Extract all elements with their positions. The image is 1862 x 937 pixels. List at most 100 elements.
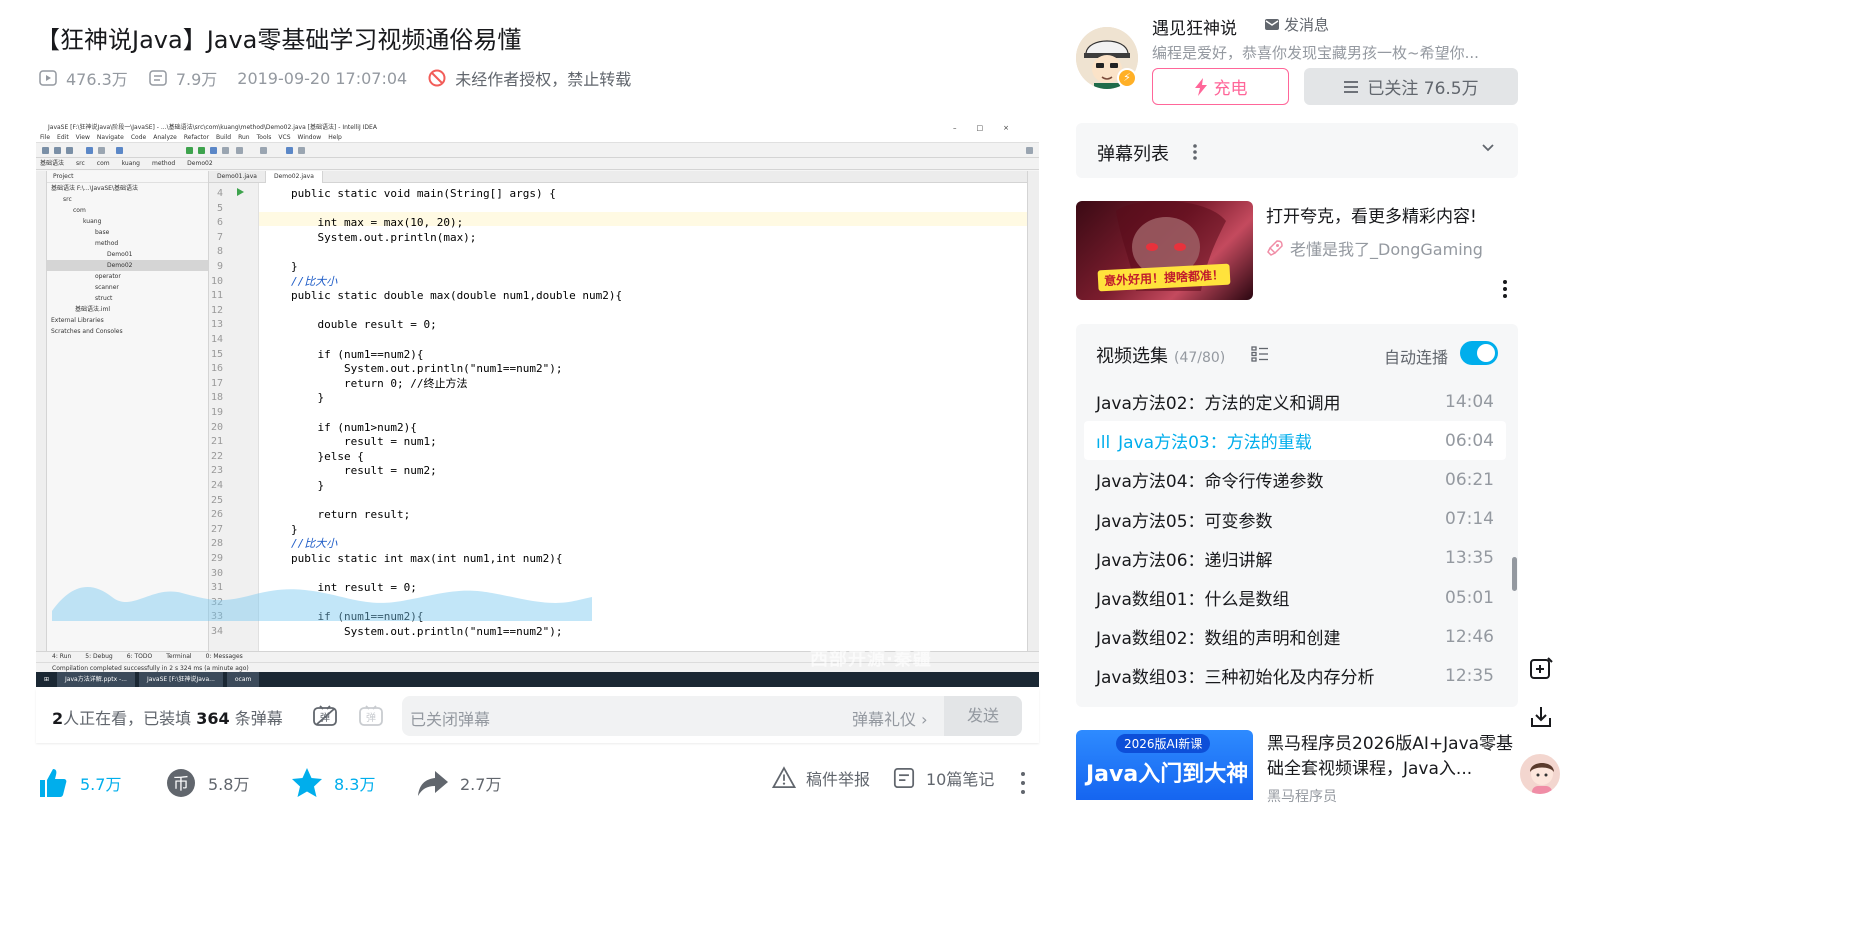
follow-label: 已关注 76.5万 — [1367, 79, 1479, 99]
ide-line-number: 6 — [216, 217, 223, 229]
notes-button[interactable]: 10篇笔记 — [892, 766, 994, 790]
playlist-item-title-wrap: Java数组03：三种初始化及内存分析 — [1096, 663, 1375, 688]
viewer-count: 2 — [52, 709, 64, 728]
playlist-item[interactable]: Java数组03：三种初始化及内存分析 12:35 — [1084, 656, 1506, 695]
danmaku-toggle-icon[interactable]: 弹 — [312, 703, 338, 729]
favorite-button[interactable]: 8.3万 — [290, 766, 375, 800]
playlist-item-title-wrap: Java方法02：方法的定义和调用 — [1096, 389, 1341, 414]
ide-code-line: }else { — [291, 449, 364, 463]
autoplay-toggle[interactable] — [1460, 341, 1498, 365]
ide-menu-item: Build — [216, 134, 232, 141]
playlist-item[interactable]: ıll Java方法03：方法的重载 06:04 — [1084, 421, 1506, 461]
send-message-link[interactable]: 发消息 — [1264, 14, 1329, 35]
playlist-item-title: Java方法03：方法的重载 — [1118, 433, 1312, 454]
playlist-item-title: Java数组02：数组的声明和创建 — [1096, 629, 1341, 650]
download-client-icon[interactable] — [1528, 704, 1554, 730]
ide-tool-window-item: 0: Messages — [205, 653, 243, 660]
svg-text:币: 币 — [173, 774, 189, 793]
danmaku-input[interactable]: 已关闭弹幕 弹幕礼仪 › 发送 — [402, 696, 1022, 736]
list-view-icon[interactable] — [1251, 345, 1269, 363]
loaded-danmaku-count: 364 — [196, 709, 230, 728]
playlist-panel: 视频选集 (47/80) 自动连播 Java方法02：方法的定义和调用 14:04… — [1076, 324, 1518, 707]
recommend-thumbnail[interactable]: 2026版AI新课 Java入门到大神 — [1076, 730, 1253, 800]
danmaku-etiquette-link[interactable]: 弹幕礼仪 › — [852, 706, 928, 730]
ide-code-line: double result = 0; — [291, 318, 437, 332]
chevron-down-icon[interactable] — [1480, 140, 1496, 156]
danmaku-list-panel[interactable]: 弹幕列表 — [1076, 123, 1518, 178]
ad-author[interactable]: 老懂是我了_DongGaming — [1266, 236, 1483, 260]
playlist-item-duration: 13:35 — [1445, 548, 1494, 569]
recommend-author[interactable]: 黑马程序员 — [1267, 786, 1337, 806]
video-player[interactable]: JavaSE [F:\狂神说Java\阶段一\JavaSE] - ...\基础语… — [36, 123, 1039, 687]
taskbar-app: Java方法详解.pptx -... — [57, 672, 135, 687]
assistant-avatar[interactable] — [1518, 752, 1562, 796]
danmaku-settings-icon[interactable]: 弹 — [358, 703, 384, 729]
ide-menu-item: File — [40, 134, 51, 141]
ide-line-number: 16 — [210, 363, 223, 375]
loaded-danmaku-text: 条弹幕 — [229, 709, 283, 728]
ide-editor-tab: Demo01.java — [209, 171, 266, 183]
playlist-item-title: Java数组03：三种初始化及内存分析 — [1096, 668, 1375, 689]
ide-tree-item: base — [95, 229, 110, 236]
playlist-progress: (47/80) — [1174, 350, 1226, 366]
more-vertical-icon[interactable] — [1192, 142, 1198, 162]
danmaku-bar: 2人正在看，已装填 364 条弹幕 弹 弹 已关闭弹幕 弹幕礼仪 › 发送 — [36, 689, 1039, 743]
playlist-item[interactable]: Java方法04：命令行传递参数 06:21 — [1084, 460, 1506, 499]
coin-button[interactable]: 币 5.8万 — [164, 766, 249, 800]
ad-thumbnail[interactable]: 意外好用！搜啥都准！ — [1076, 201, 1253, 300]
add-to-playlist-icon[interactable] — [1528, 656, 1554, 682]
svg-text:弹: 弹 — [366, 711, 376, 724]
ide-code-line: } — [291, 479, 325, 492]
playlist-item[interactable]: Java数组01：什么是数组 05:01 — [1084, 578, 1506, 617]
ide-line-number: 14 — [210, 334, 223, 345]
playlist-item[interactable]: Java数组02：数组的声明和创建 12:46 — [1084, 617, 1506, 656]
playlist-item-title-wrap: Java数组02：数组的声明和创建 — [1096, 624, 1341, 649]
ide-line-number: 7 — [216, 231, 223, 243]
charge-button[interactable]: 充电 — [1152, 68, 1289, 105]
ide-breadcrumbs: 基础语法 src com kuang method Demo02 — [36, 158, 1039, 170]
send-danmaku-button[interactable]: 发送 — [944, 696, 1022, 736]
ide-breadcrumb-item: 基础语法 — [40, 160, 65, 167]
like-button[interactable]: 5.7万 — [36, 766, 121, 800]
share-icon — [418, 771, 448, 796]
recommend-title[interactable]: 黑马程序员2026版AI+Java零基础全套视频课程，Java入... — [1267, 732, 1517, 782]
playlist-header: 视频选集 (47/80) — [1096, 342, 1225, 368]
ide-line-number: 12 — [210, 304, 223, 316]
taskbar-app: JavaSE [F:\狂神说Java... — [138, 672, 223, 687]
share-button[interactable]: 2.7万 — [416, 766, 501, 800]
ad-title[interactable]: 打开夸克，看更多精彩内容! — [1266, 202, 1477, 227]
playlist-item[interactable]: Java方法06：递归讲解 13:35 — [1084, 539, 1506, 578]
favorite-count: 8.3万 — [334, 775, 376, 794]
ide-editor-tabs: Demo01.java Demo02.java — [209, 171, 1027, 183]
uploader-name[interactable]: 遇见狂神说 — [1152, 14, 1237, 39]
ide-code-line: if (num1==num2){ — [291, 347, 424, 361]
ide-code-line: public static double max(double num1,dou… — [291, 289, 623, 303]
ide-menu-item: VCS — [278, 134, 291, 141]
more-actions-button[interactable] — [1018, 766, 1028, 800]
ide-code-line: int max = max(10, 20); — [291, 216, 464, 230]
ide-line-number: 4 — [216, 188, 223, 199]
playlist-item-duration: 05:01 — [1445, 587, 1494, 608]
ide-menu-item: Window — [297, 134, 322, 141]
ide-code-line: //比大小 — [291, 537, 338, 551]
playlist-item[interactable]: Java方法02：方法的定义和调用 14:04 — [1084, 382, 1506, 421]
ide-tree-item: src — [63, 196, 72, 203]
os-taskbar: ⊞ Java方法详解.pptx -... JavaSE [F:\狂神说Java...… — [36, 672, 1039, 687]
playlist-item-title-wrap: ıll Java方法03：方法的重载 — [1096, 428, 1312, 453]
notes-label: 10篇笔记 — [926, 770, 995, 789]
ide-line-number: 27 — [210, 523, 223, 535]
playlist-item[interactable]: Java方法05：可变参数 07:14 — [1084, 500, 1506, 539]
report-label: 稿件举报 — [806, 770, 871, 789]
run-gutter-icon — [237, 188, 244, 196]
ide-titlebar: JavaSE [F:\狂神说Java\阶段一\JavaSE] - ...\基础语… — [36, 123, 1039, 133]
play-button-overlay[interactable] — [922, 526, 990, 602]
star-icon — [292, 768, 322, 797]
ide-tree-item: External Libraries — [51, 317, 104, 324]
playlist-scrollbar[interactable] — [1512, 557, 1517, 591]
ad-more-icon[interactable] — [1502, 279, 1508, 299]
views-count: 476.3万 — [66, 70, 128, 89]
report-button[interactable]: 稿件举报 — [772, 766, 870, 790]
follow-button[interactable]: 已关注 76.5万 — [1304, 68, 1518, 105]
ide-tree-item: scanner — [95, 284, 119, 291]
playlist-item-duration: 06:21 — [1445, 469, 1494, 490]
